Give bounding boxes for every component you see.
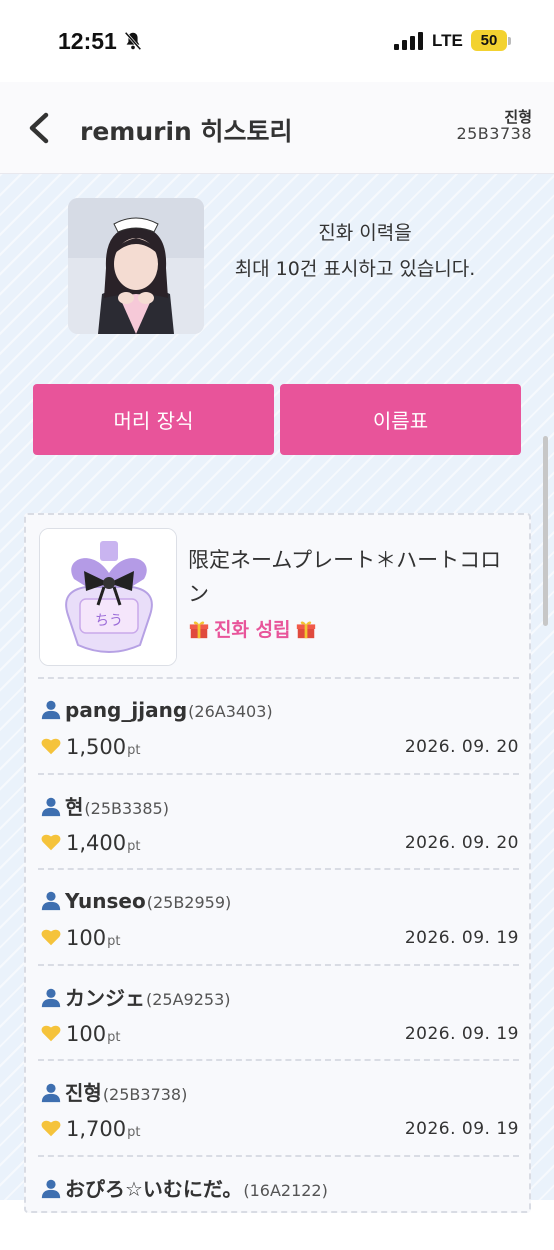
- nameplate-button[interactable]: 이름표: [280, 384, 521, 455]
- yellow-heart-icon: [40, 1117, 62, 1139]
- list-item: おぴろ☆いむにだ。 (16A2122): [38, 1155, 519, 1250]
- svg-text:ちう: ちう: [95, 613, 123, 629]
- points-value: 100: [66, 926, 106, 950]
- yellow-heart-icon: [40, 926, 62, 948]
- contributor-name: 현: [65, 791, 83, 820]
- points-unit: pt: [107, 934, 120, 949]
- person-icon: [40, 698, 62, 720]
- signal-icon: [394, 32, 424, 50]
- yellow-heart-icon: [40, 831, 62, 853]
- item-title: 限定ネームプレート＊ハートコロン: [188, 543, 508, 611]
- points-unit: pt: [107, 1030, 120, 1045]
- notice-line-1: 진화 이력을: [220, 218, 510, 245]
- contributor-code: (26A3403): [188, 702, 273, 721]
- bell-slash-icon: [122, 30, 144, 52]
- contributor-code: (25A9253): [146, 990, 231, 1009]
- contributor-code: (16A2122): [243, 1181, 328, 1200]
- member-photo: [68, 198, 204, 334]
- points-unit: pt: [127, 743, 140, 758]
- contributor-name: おぴろ☆いむにだ。: [65, 1173, 242, 1202]
- contributor-code: (25B3738): [103, 1085, 188, 1104]
- points-value: 1,500: [66, 735, 126, 759]
- history-content[interactable]: 진화 이력을 최대 10건 표시하고 있습니다. 머리 장식 이름표 ちう 限定…: [0, 174, 554, 1200]
- hair-accessory-button[interactable]: 머리 장식: [33, 384, 274, 455]
- battery-indicator: 50: [471, 30, 507, 51]
- person-icon: [40, 1081, 62, 1103]
- page-header: remurin 히스토리 진형 25B3738: [0, 82, 554, 174]
- list-item: 현 (25B3385) 1,400 pt 2026. 09. 20: [38, 773, 519, 869]
- scrollbar[interactable]: [543, 436, 548, 626]
- notice-line-2: 최대 10건 표시하고 있습니다.: [200, 254, 510, 281]
- network-type: LTE: [432, 31, 463, 51]
- contributor-name: カンジェ: [65, 982, 145, 1011]
- yellow-heart-icon: [40, 735, 62, 757]
- back-chevron-icon[interactable]: [24, 110, 54, 146]
- points-value: 100: [66, 1022, 106, 1046]
- gift-icon: [295, 618, 317, 640]
- points-value: 1,700: [66, 1117, 126, 1141]
- person-icon: [40, 889, 62, 911]
- list-item: Yunseo (25B2959) 100 pt 2026. 09. 19: [38, 868, 519, 964]
- evolution-panel: ちう 限定ネームプレート＊ハートコロン 진화 성립: [24, 513, 531, 1213]
- points-value: 1,400: [66, 831, 126, 855]
- contributor-name: Yunseo: [65, 889, 146, 913]
- entry-date: 2026. 09. 20: [405, 833, 519, 853]
- yellow-heart-icon: [40, 1022, 62, 1044]
- entry-date: 2026. 09. 19: [405, 1119, 519, 1139]
- entry-date: 2026. 09. 20: [405, 737, 519, 757]
- person-icon: [40, 1177, 62, 1199]
- points-unit: pt: [127, 1125, 140, 1140]
- evolution-status: 진화 성립: [188, 615, 317, 642]
- status-time: 12:51: [58, 28, 117, 55]
- status-bar: 12:51 LTE 50: [0, 0, 554, 82]
- person-icon: [40, 986, 62, 1008]
- header-user-code: 25B3738: [456, 124, 532, 143]
- list-item: カンジェ (25A9253) 100 pt 2026. 09. 19: [38, 964, 519, 1060]
- person-icon: [40, 795, 62, 817]
- points-unit: pt: [127, 839, 140, 854]
- list-item: pang_jjang (26A3403) 1,500 pt 2026. 09. …: [38, 677, 519, 773]
- page-title: remurin 히스토리: [80, 112, 293, 148]
- entry-date: 2026. 09. 19: [405, 928, 519, 948]
- battery-tip: [508, 37, 511, 45]
- list-item: 진형 (25B3738) 1,700 pt 2026. 09. 19: [38, 1059, 519, 1155]
- gift-icon: [188, 618, 210, 640]
- evolution-status-text: 진화 성립: [214, 615, 291, 642]
- contributor-name: 진형: [65, 1077, 102, 1106]
- entry-date: 2026. 09. 19: [405, 1024, 519, 1044]
- contributor-code: (25B3385): [84, 799, 169, 818]
- contribution-list: pang_jjang (26A3403) 1,500 pt 2026. 09. …: [38, 677, 519, 1250]
- contributor-code: (25B2959): [147, 893, 232, 912]
- nameplate-item-image: ちう: [39, 528, 177, 666]
- contributor-name: pang_jjang: [65, 698, 187, 722]
